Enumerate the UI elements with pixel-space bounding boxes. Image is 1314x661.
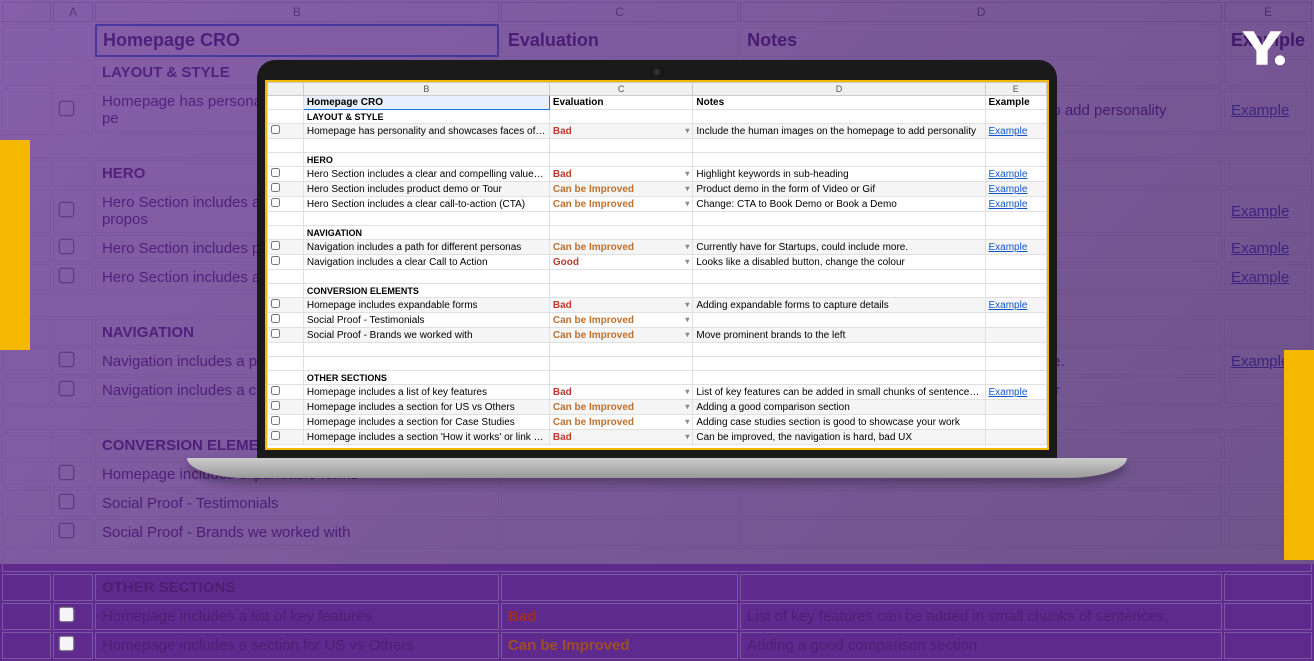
cell[interactable]: Example	[985, 96, 1047, 110]
section-header[interactable]: LAYOUT & STYLE	[303, 110, 549, 124]
example-link[interactable]: Example	[985, 385, 1047, 400]
row-checkbox[interactable]	[271, 125, 280, 134]
evaluation-dropdown[interactable]: Can be Improved	[549, 182, 693, 197]
cell[interactable]: Homepage includes expandable forms	[303, 298, 549, 313]
cell[interactable]: Hero Section includes product demo or To…	[303, 182, 549, 197]
cell[interactable]: Adding a good comparison section	[693, 400, 985, 415]
column-header[interactable]: B	[303, 83, 549, 96]
cell[interactable]: Navigation includes a clear Call to Acti…	[303, 255, 549, 270]
yellow-accent-right	[1284, 350, 1314, 560]
cell[interactable]: Homepage includes a section for US vs Ot…	[303, 400, 549, 415]
section-header[interactable]: HERO	[303, 153, 549, 167]
example-link[interactable]: Example	[985, 298, 1047, 313]
evaluation-dropdown[interactable]: Can be Improved	[549, 313, 693, 328]
row-checkbox[interactable]	[271, 416, 280, 425]
evaluation-dropdown[interactable]: Can be Improved	[549, 415, 693, 430]
row-checkbox[interactable]	[59, 636, 75, 652]
laptop-mockup: B C D E Homepage CRO Evaluation Notes Ex…	[257, 60, 1057, 478]
evaluation-dropdown[interactable]: Bad	[549, 298, 693, 313]
cell[interactable]: Hero Section includes a clear and compel…	[303, 167, 549, 182]
cell[interactable]: Notes	[693, 96, 985, 110]
row-checkbox[interactable]	[271, 183, 280, 192]
cell[interactable]: Navigation includes a path for different…	[303, 240, 549, 255]
cell[interactable]: Social Proof - Brands we worked with	[303, 328, 549, 343]
cell[interactable]: Evaluation	[549, 96, 693, 110]
example-link[interactable]: Example	[985, 167, 1047, 182]
yellow-accent-left	[0, 140, 30, 350]
cell[interactable]: Homepage includes a section for Case Stu…	[303, 415, 549, 430]
cell[interactable]: Homepage includes a section 'How it work…	[303, 430, 549, 445]
evaluation-dropdown[interactable]: Bad	[549, 430, 693, 445]
cell[interactable]: Adding case studies section is good to s…	[693, 415, 985, 430]
column-header[interactable]: C	[549, 83, 693, 96]
row-checkbox[interactable]	[271, 386, 280, 395]
evaluation-dropdown[interactable]: Good	[549, 255, 693, 270]
row-checkbox[interactable]	[271, 198, 280, 207]
evaluation-dropdown[interactable]: Bad	[549, 124, 693, 139]
cell[interactable]: Homepage includes a list of key features	[303, 385, 549, 400]
cell[interactable]	[693, 313, 985, 328]
section-header[interactable]: CONVERSION ELEMENTS	[303, 284, 549, 298]
spreadsheet-view[interactable]: B C D E Homepage CRO Evaluation Notes Ex…	[265, 80, 1049, 450]
evaluation-dropdown[interactable]: Can be Improved	[549, 328, 693, 343]
example-link[interactable]: Example	[985, 240, 1047, 255]
evaluation-dropdown[interactable]: Can be Improved	[549, 240, 693, 255]
evaluation-dropdown[interactable]: Can be Improved	[549, 400, 693, 415]
cell[interactable]: Hero Section includes a clear call-to-ac…	[303, 197, 549, 212]
row-checkbox[interactable]	[271, 256, 280, 265]
brand-logo	[1234, 20, 1290, 76]
cell[interactable]: Highlight keywords in sub-heading	[693, 167, 985, 182]
row-checkbox[interactable]	[271, 431, 280, 440]
laptop-base	[187, 458, 1127, 478]
cell[interactable]: Adding expandable forms to capture detai…	[693, 298, 985, 313]
column-header[interactable]: E	[985, 83, 1047, 96]
cell[interactable]: Can be improved, the navigation is hard,…	[693, 430, 985, 445]
section-header[interactable]: OTHER SECTIONS	[303, 371, 549, 385]
cell[interactable]: Include the human images on the homepage…	[693, 124, 985, 139]
section-header[interactable]: NAVIGATION	[303, 226, 549, 240]
example-link[interactable]: Example	[985, 124, 1047, 139]
column-header[interactable]: D	[693, 83, 985, 96]
row-checkbox[interactable]	[59, 607, 75, 623]
cell[interactable]: List of key features can be added in sma…	[693, 385, 985, 400]
row-checkbox[interactable]	[271, 329, 280, 338]
example-link[interactable]: Example	[985, 182, 1047, 197]
cell[interactable]: Move prominent brands to the left	[693, 328, 985, 343]
cell[interactable]: Social Proof - Testimonials	[303, 313, 549, 328]
row-checkbox[interactable]	[271, 241, 280, 250]
row-checkbox[interactable]	[271, 314, 280, 323]
row-checkbox[interactable]	[271, 299, 280, 308]
row-checkbox[interactable]	[271, 168, 280, 177]
evaluation-dropdown[interactable]: Bad	[549, 385, 693, 400]
row-checkbox[interactable]	[271, 401, 280, 410]
cell[interactable]: Currently have for Startups, could inclu…	[693, 240, 985, 255]
evaluation-dropdown[interactable]: Can be Improved	[549, 197, 693, 212]
camera-icon	[654, 69, 660, 75]
example-link[interactable]: Example	[985, 197, 1047, 212]
cell[interactable]: Homepage has personality and showcases f…	[303, 124, 549, 139]
cell[interactable]: Looks like a disabled button, change the…	[693, 255, 985, 270]
cell[interactable]: Change: CTA to Book Demo or Book a Demo	[693, 197, 985, 212]
evaluation-dropdown[interactable]: Bad	[549, 167, 693, 182]
cell-selected[interactable]: Homepage CRO	[303, 96, 549, 110]
cell[interactable]: Product demo in the form of Video or Gif	[693, 182, 985, 197]
